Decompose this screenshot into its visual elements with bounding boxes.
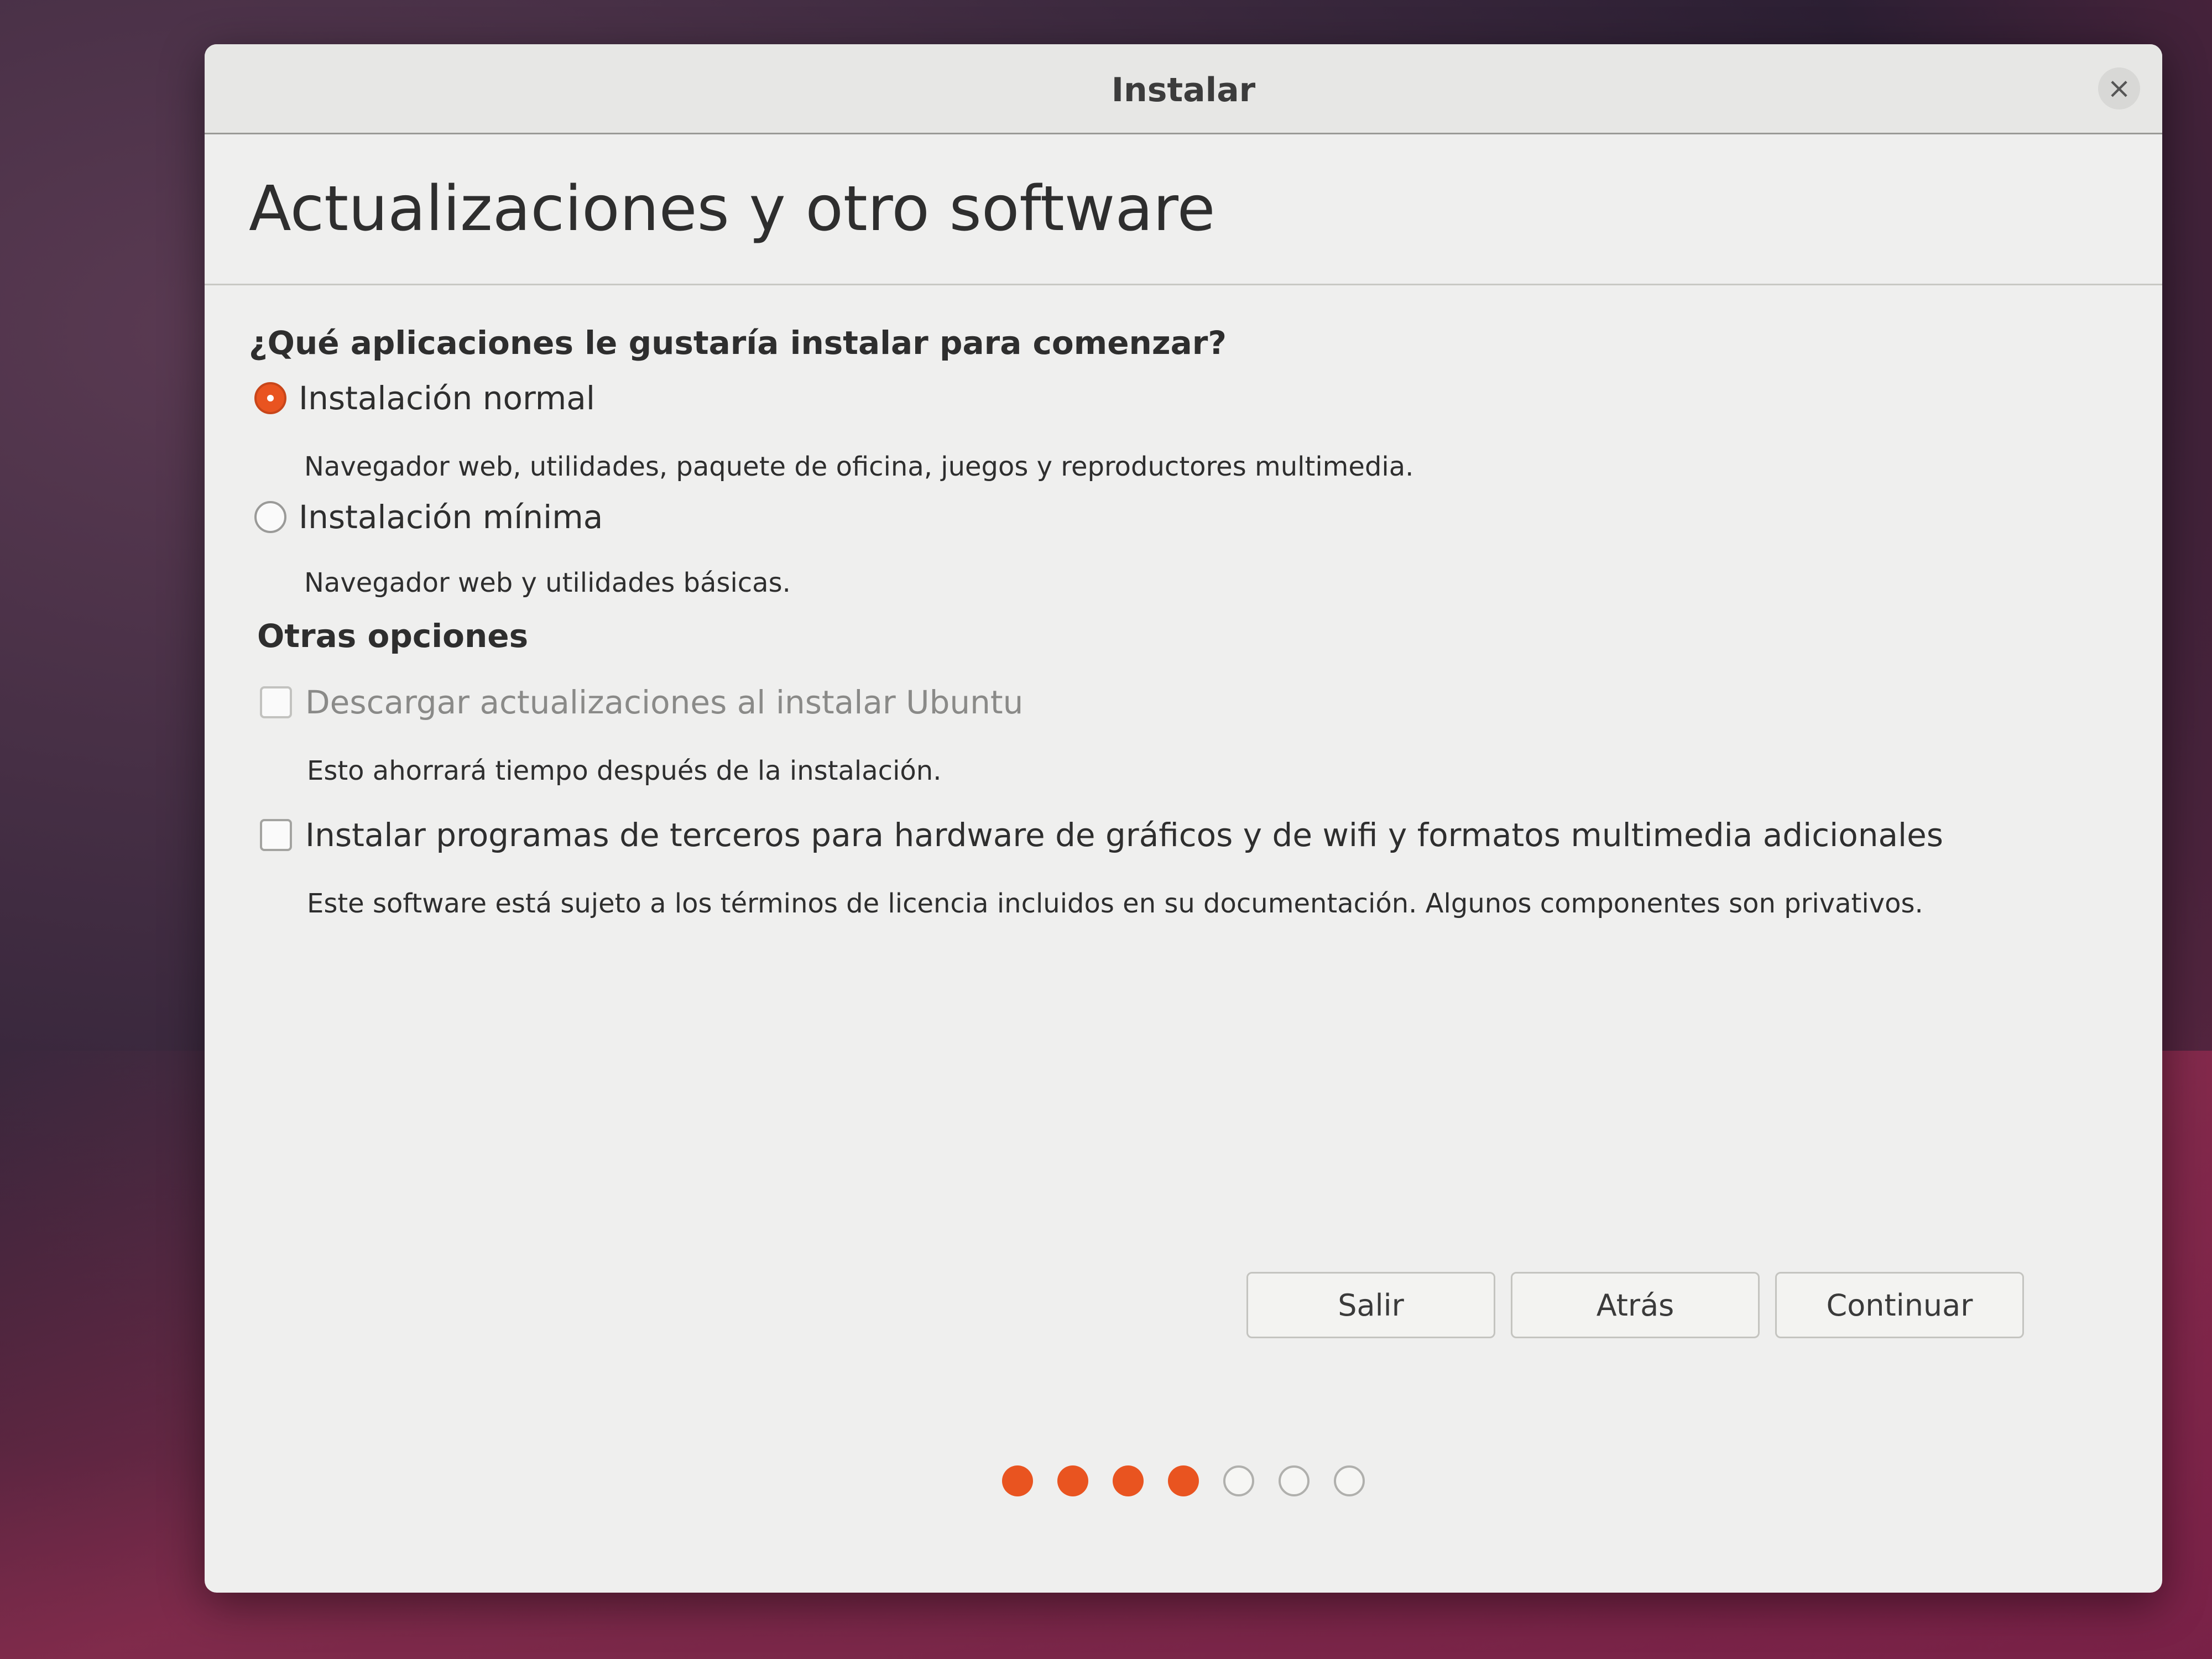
radio-minimal-description: Navegador web y utilidades básicas. [304, 567, 791, 598]
progress-dot-completed [1168, 1465, 1199, 1496]
checkbox-third-party-description: Este software está sujeto a los términos… [307, 888, 1923, 919]
radio-button-normal[interactable] [254, 382, 286, 414]
progress-dot-completed [1002, 1465, 1033, 1496]
checkbox-download-updates-box [260, 686, 292, 718]
page-title: Actualizaciones y otro software [249, 173, 1215, 245]
installer-window: Instalar × Actualizaciones y otro softwa… [205, 44, 2162, 1593]
navigation-buttons: Salir Atrás Continuar [1246, 1272, 2024, 1338]
back-button[interactable]: Atrás [1511, 1272, 1760, 1338]
continue-button[interactable]: Continuar [1775, 1272, 2024, 1338]
progress-dot-completed [1057, 1465, 1088, 1496]
radio-minimal-label[interactable]: Instalación mínima [299, 498, 603, 536]
radio-minimal-install[interactable]: Instalación mínima [254, 498, 603, 536]
radio-button-minimal[interactable] [254, 501, 286, 533]
radio-normal-install[interactable]: Instalación normal [254, 379, 595, 417]
checkbox-download-updates-label: Descargar actualizaciones al instalar Ub… [305, 684, 1024, 721]
checkbox-third-party[interactable]: Instalar programas de terceros para hard… [260, 816, 1943, 854]
other-options-title: Otras opciones [257, 617, 529, 655]
checkbox-third-party-label[interactable]: Instalar programas de terceros para hard… [305, 816, 1943, 854]
close-icon[interactable]: × [2098, 67, 2140, 109]
progress-dot-pending [1223, 1465, 1254, 1496]
radio-normal-label[interactable]: Instalación normal [299, 379, 595, 417]
progress-dot-pending [1334, 1465, 1365, 1496]
checkbox-third-party-box[interactable] [260, 819, 292, 851]
install-question: ¿Qué aplicaciones le gustaría instalar p… [249, 324, 1227, 362]
radio-normal-description: Navegador web, utilidades, paquete de of… [304, 451, 1414, 482]
page-header: Actualizaciones y otro software [205, 134, 2162, 285]
checkbox-download-updates-description: Esto ahorrará tiempo después de la insta… [307, 755, 942, 786]
window-title: Instalar [1111, 71, 1256, 109]
progress-dot-pending [1279, 1465, 1310, 1496]
quit-button[interactable]: Salir [1246, 1272, 1495, 1338]
progress-indicator [205, 1465, 2162, 1496]
checkbox-download-updates: Descargar actualizaciones al instalar Ub… [260, 684, 1023, 721]
progress-dot-completed [1113, 1465, 1144, 1496]
window-titlebar[interactable]: Instalar × [205, 44, 2162, 134]
